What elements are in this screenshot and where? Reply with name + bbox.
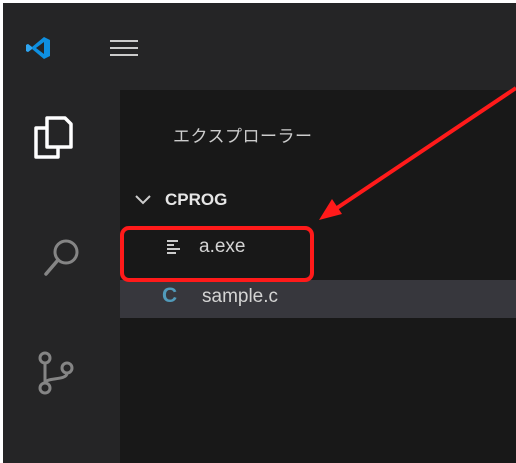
folder-header[interactable]: CPROG	[120, 188, 516, 216]
vscode-logo-icon	[26, 37, 50, 59]
folder-name: CPROG	[165, 190, 228, 209]
chevron-down-icon	[135, 195, 151, 205]
c-file-icon: C	[162, 284, 178, 307]
annotation-highlight-box	[120, 226, 314, 282]
sidebar-title: エクスプローラー	[173, 127, 313, 147]
hamburger-menu-icon[interactable]	[110, 38, 138, 58]
title-bar	[3, 3, 516, 90]
activity-bar	[3, 90, 120, 463]
file-label: sample.c	[202, 286, 279, 307]
files-icon[interactable]	[32, 115, 74, 160]
search-icon[interactable]	[43, 238, 81, 278]
file-item-sample-c[interactable]: C sample.c	[120, 280, 516, 318]
source-control-icon[interactable]	[36, 351, 76, 395]
